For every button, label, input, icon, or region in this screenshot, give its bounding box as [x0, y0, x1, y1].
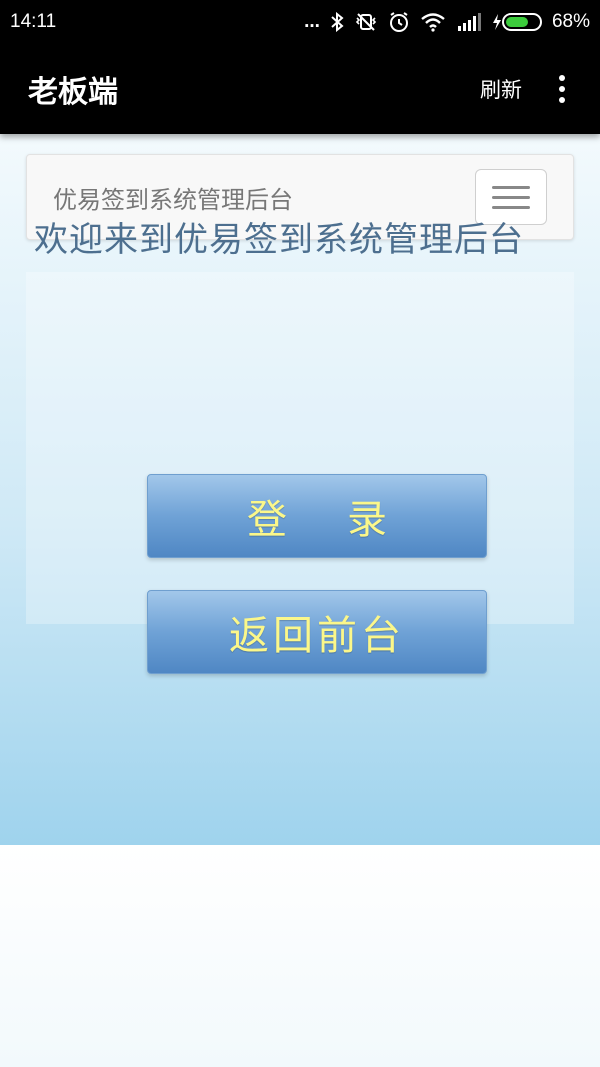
overflow-dots: ... [304, 11, 320, 32]
battery-icon [501, 13, 542, 31]
welcome-panel [26, 272, 574, 624]
app-bar: 老板端 刷新 [0, 44, 600, 134]
refresh-button[interactable]: 刷新 [480, 74, 522, 104]
navbar-brand[interactable]: 优易签到系统管理后台 [53, 180, 293, 215]
app-title: 老板端 [28, 75, 118, 110]
alarm-icon [388, 11, 410, 33]
vibrate-icon [354, 12, 378, 32]
main-content: 优易签到系统管理后台 欢迎来到优易签到系统管理后台 登录 返回前台 [0, 134, 600, 845]
wifi-icon [420, 12, 446, 32]
battery-indicator [492, 13, 542, 31]
signal-icon [456, 12, 482, 32]
welcome-heading: 欢迎来到优易签到系统管理后台 [34, 220, 524, 260]
back-to-frontend-button[interactable]: 返回前台 [147, 590, 487, 674]
bluetooth-icon [330, 12, 344, 32]
more-vert-icon[interactable] [552, 75, 572, 103]
login-button[interactable]: 登录 [147, 474, 487, 558]
charging-icon [492, 13, 502, 31]
bottom-blank-area [0, 845, 600, 1067]
status-icons: ... 68% [304, 11, 590, 33]
battery-percent: 68% [551, 11, 590, 32]
battery-level [505, 17, 528, 27]
status-bar: 14:11 ... 68% [0, 0, 600, 44]
status-time: 14:11 [10, 11, 57, 32]
